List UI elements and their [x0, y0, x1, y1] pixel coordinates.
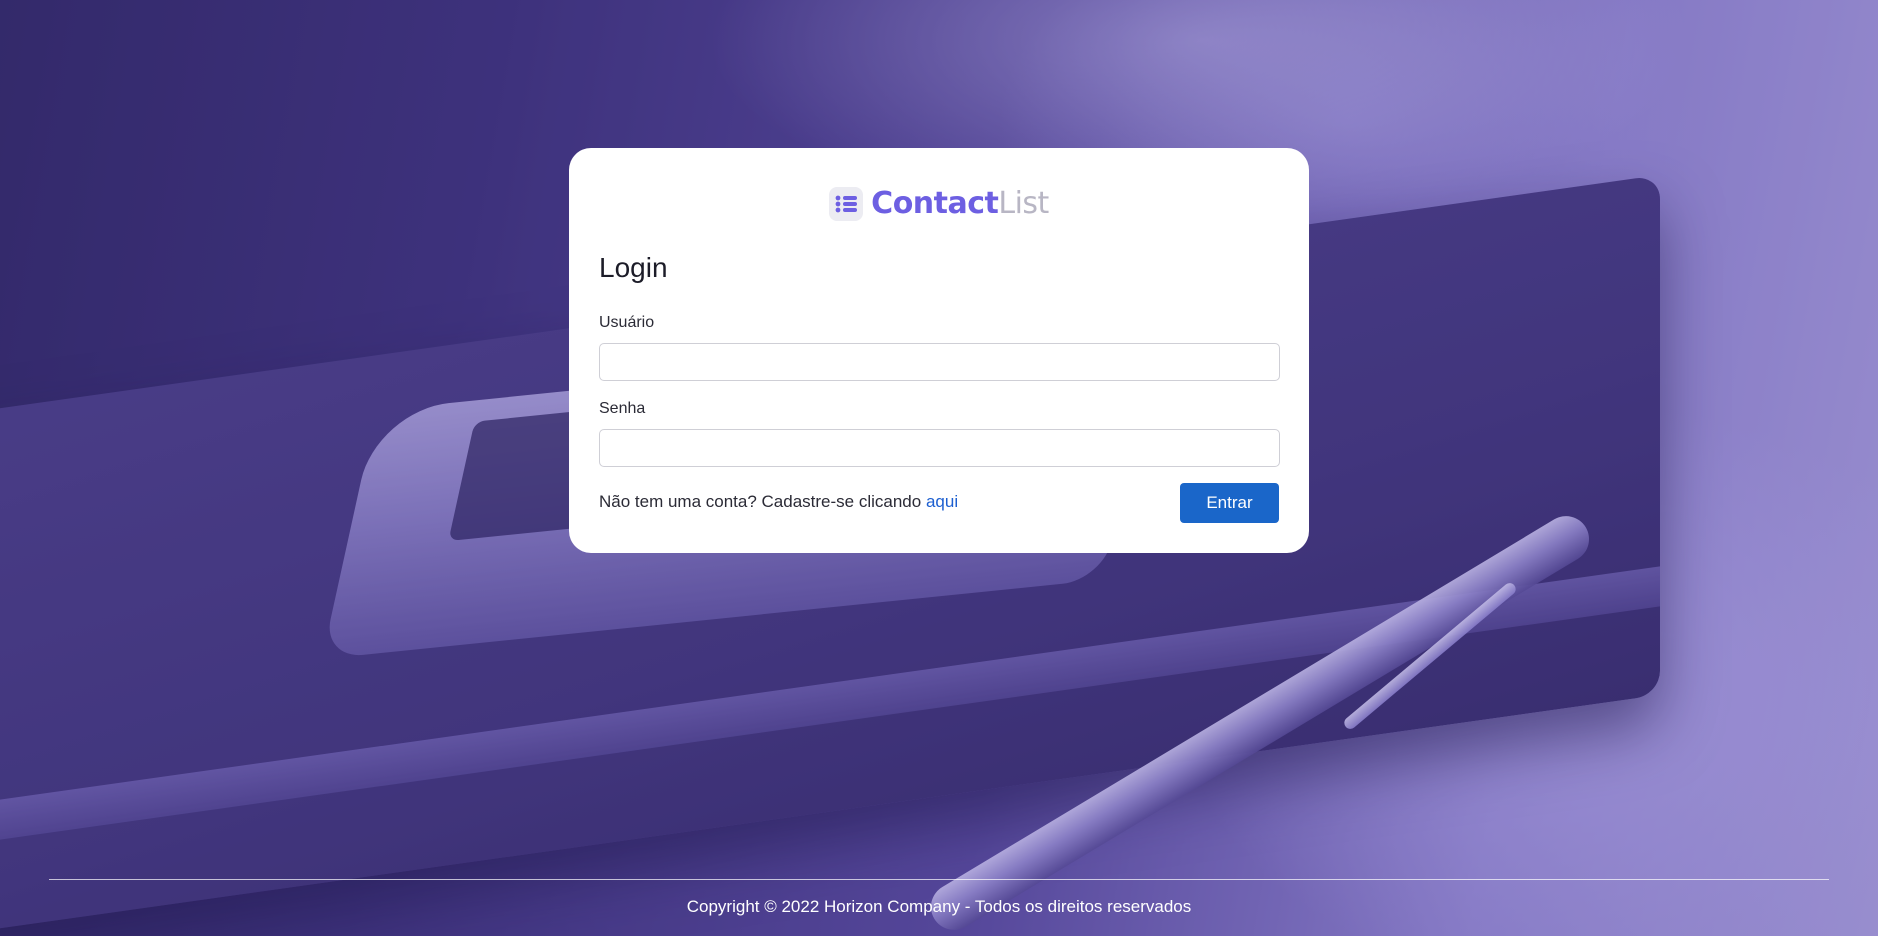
footer-copyright: Copyright © 2022 Horizon Company - Todos…: [686, 897, 1192, 916]
signup-prompt: Não tem uma conta? Cadastre-se clicando …: [599, 492, 958, 512]
brand-name: ContactList: [871, 186, 1049, 221]
brand-name-part1: Contact: [871, 186, 999, 221]
password-input[interactable]: [599, 429, 1280, 467]
brand-logo: ContactList: [569, 186, 1309, 221]
page-title: Login: [599, 252, 668, 283]
login-button[interactable]: Entrar: [1180, 483, 1279, 523]
signup-text: Não tem uma conta? Cadastre-se clicando: [599, 492, 926, 511]
password-label: Senha: [599, 400, 646, 417]
footer-divider: [49, 879, 1829, 880]
signup-link[interactable]: aqui: [926, 492, 958, 511]
brand-name-part2: List: [998, 186, 1049, 221]
username-label: Usuário: [599, 314, 655, 331]
username-input[interactable]: [599, 343, 1280, 381]
list-icon: [829, 186, 864, 221]
login-card: ContactList Login Usuário Senha Não tem …: [569, 148, 1309, 553]
